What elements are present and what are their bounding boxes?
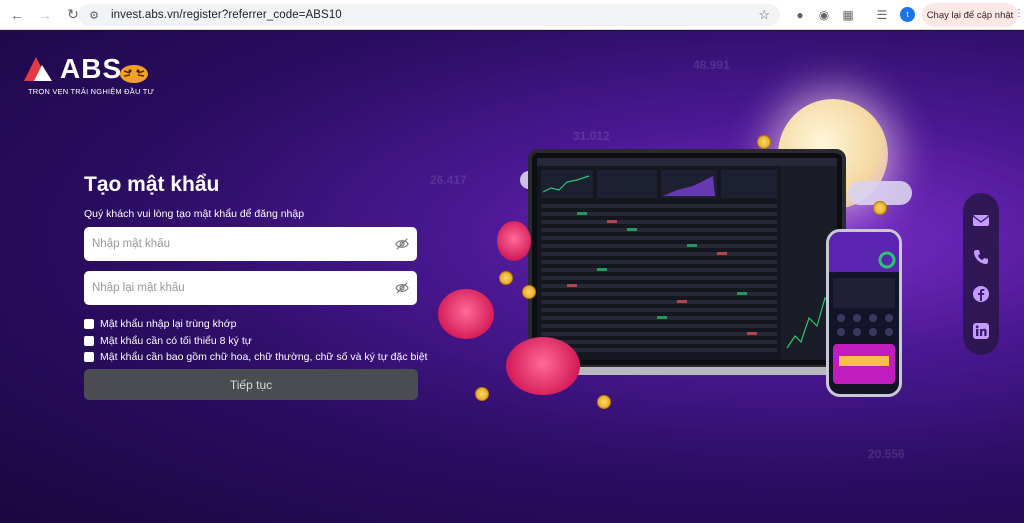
logo-wordmark: ABS	[60, 53, 123, 84]
laptop-illustration	[528, 149, 846, 369]
bg-number: 48.991	[693, 58, 730, 72]
browser-toolbar: ← → ↻ ⚙ invest.abs.vn/register?referrer_…	[0, 0, 1024, 30]
register-page: 48.991 31.012 26.417 20.556 ABS TRỌN VẸN…	[0, 31, 1024, 523]
password-rules: Mật khẩu nhập lại trùng khớp Mật khẩu cầ…	[84, 316, 427, 366]
eye-off-icon[interactable]	[395, 237, 409, 251]
coin-illustration	[475, 387, 489, 401]
page-title: Tạo mật khẩu	[84, 173, 220, 196]
mooncake-illustration	[497, 221, 531, 261]
back-icon[interactable]: ←	[6, 4, 28, 26]
password-field[interactable]	[84, 227, 417, 261]
mail-icon[interactable]	[972, 211, 990, 229]
rule-checkbox	[84, 319, 94, 329]
dashboard-graphic	[537, 158, 837, 360]
bg-number: 26.417	[430, 173, 467, 187]
profile-avatar[interactable]: t	[900, 7, 915, 22]
media-queue-icon[interactable]: ☰	[874, 7, 890, 23]
bg-number: 31.012	[573, 129, 610, 143]
phone-illustration	[826, 229, 902, 397]
bg-number: 20.556	[868, 447, 905, 461]
site-info-icon[interactable]: ⚙	[87, 8, 101, 22]
mooncake-illustration	[438, 289, 494, 339]
rule-checkbox	[84, 352, 94, 362]
coin-illustration	[597, 395, 611, 409]
rule-label: Mật khẩu cần có tối thiểu 8 ký tự	[100, 334, 252, 347]
mooncake-illustration	[506, 337, 580, 395]
continue-button[interactable]: Tiếp tục	[84, 369, 418, 400]
abs-logo-mark-icon	[24, 57, 52, 81]
rule-complexity: Mật khẩu cần bao gồm chữ hoa, chữ thường…	[84, 349, 427, 365]
url-text[interactable]: invest.abs.vn/register?referrer_code=ABS…	[111, 9, 342, 21]
rule-match: Mật khẩu nhập lại trùng khớp	[84, 316, 427, 332]
confirm-password-field[interactable]	[84, 271, 417, 305]
coin-illustration	[522, 285, 536, 299]
extension-icon[interactable]: ◉	[816, 7, 832, 23]
phone-icon[interactable]	[972, 248, 990, 266]
address-bar[interactable]: ⚙ invest.abs.vn/register?referrer_code=A…	[78, 4, 780, 26]
contact-rail	[963, 193, 999, 355]
rule-min-length: Mật khẩu cần có tối thiểu 8 ký tự	[84, 333, 427, 349]
confirm-password-input[interactable]	[92, 282, 382, 294]
rule-checkbox	[84, 335, 94, 346]
facebook-icon[interactable]	[972, 285, 990, 303]
trading-dashboard-illustration	[537, 158, 837, 360]
coin-illustration	[757, 135, 771, 149]
linkedin-icon[interactable]	[972, 322, 990, 340]
rule-label: Mật khẩu nhập lại trùng khớp	[100, 318, 237, 330]
puzzle-extensions-icon[interactable]: ▦	[840, 7, 856, 23]
tiger-mascot-icon	[120, 65, 148, 83]
logo-tagline: TRỌN VẸN TRẢI NGHIỆM ĐẦU TƯ	[28, 87, 155, 96]
eye-off-icon[interactable]	[395, 281, 409, 295]
update-button[interactable]: Chạy lại để cập nhật	[922, 3, 1018, 27]
bookmark-star-icon[interactable]: ☆	[758, 7, 770, 23]
abs-logo[interactable]: ABS TRỌN VẸN TRẢI NGHIỆM ĐẦU TƯ	[20, 53, 160, 103]
password-input[interactable]	[92, 238, 382, 250]
coin-illustration	[499, 271, 513, 285]
menu-icon[interactable]: ⋮	[1014, 8, 1024, 19]
rule-label: Mật khẩu cần bao gồm chữ hoa, chữ thường…	[100, 351, 428, 363]
mobile-app-graphic	[829, 232, 899, 384]
coin-illustration	[873, 201, 887, 215]
mouse-extension-icon[interactable]: ●	[792, 7, 808, 23]
forward-icon[interactable]: →	[34, 4, 56, 26]
page-subtitle: Quý khách vui lòng tạo mật khẩu để đăng …	[84, 208, 305, 220]
